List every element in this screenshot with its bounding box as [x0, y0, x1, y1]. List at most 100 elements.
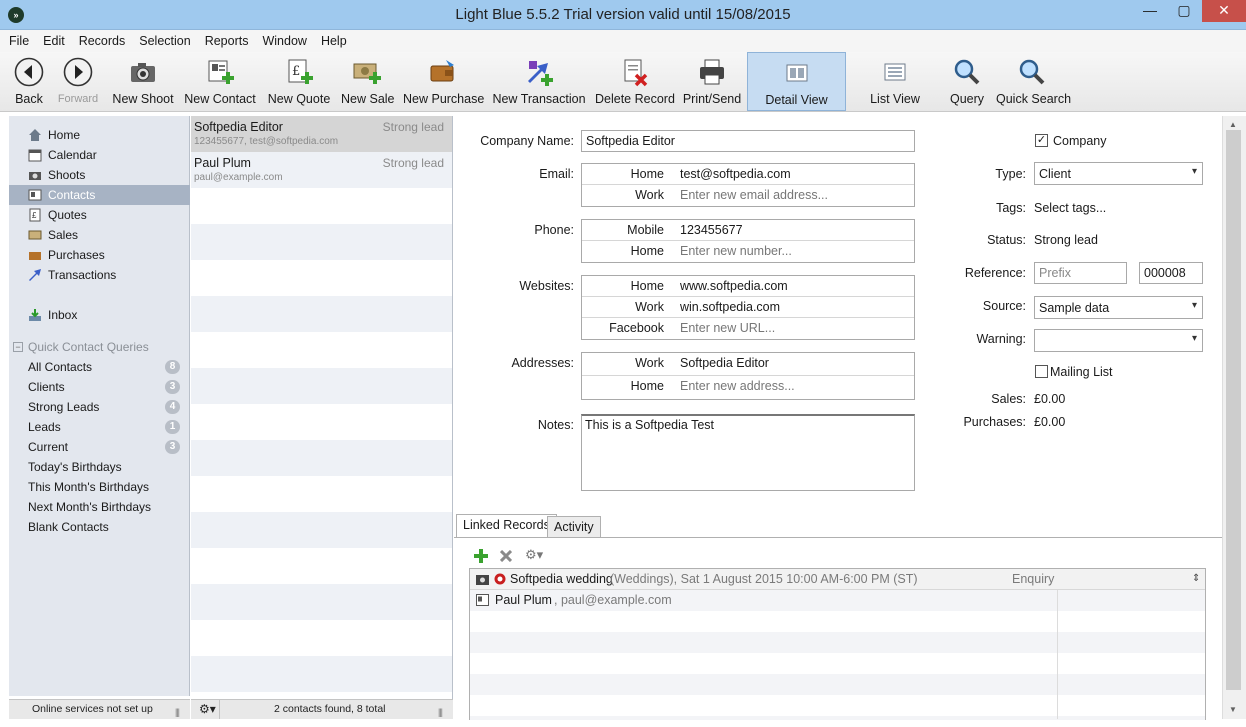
detail-view-button[interactable]: Detail View — [747, 52, 846, 111]
sidebar-item-home[interactable]: Home — [9, 125, 190, 145]
sidebar-item-calendar[interactable]: Calendar — [9, 145, 190, 165]
sidebar-item-sales[interactable]: Sales — [9, 225, 190, 245]
sidebar-item-inbox[interactable]: Inbox — [9, 305, 190, 325]
forward-arrow-icon — [63, 57, 93, 87]
menu-help[interactable]: Help — [314, 30, 354, 52]
menu-reports[interactable]: Reports — [198, 30, 256, 52]
menu-edit[interactable]: Edit — [36, 30, 72, 52]
warning-select[interactable]: ▾ — [1034, 329, 1203, 352]
tab-activity[interactable]: Activity — [547, 516, 601, 538]
query-next-months-birthdays[interactable]: Next Month's Birthdays — [28, 497, 188, 517]
sidebar-item-shoots[interactable]: Shoots — [9, 165, 190, 185]
title-bar: » Light Blue 5.5.2 Trial version valid u… — [0, 0, 1246, 30]
online-status-text: Online services not set up — [32, 703, 153, 715]
query-strong-leads[interactable]: Strong Leads 4 — [28, 397, 188, 417]
query-blank-contacts[interactable]: Blank Contacts — [28, 517, 188, 537]
scrollbar-thumb[interactable] — [1226, 130, 1241, 690]
window-title: Light Blue 5.5.2 Trial version valid unt… — [455, 6, 791, 23]
back-arrow-icon — [14, 57, 44, 87]
list-view-icon — [884, 63, 906, 81]
notes-label: Notes: — [537, 418, 574, 432]
address-row[interactable]: Work Softpedia Editor — [582, 353, 914, 376]
new-shoot-button[interactable]: New Shoot — [111, 52, 175, 110]
tab-linked-records[interactable]: Linked Records — [456, 514, 557, 538]
camera-icon — [476, 575, 489, 585]
back-button[interactable]: Back — [8, 52, 50, 110]
website-row[interactable]: Home www.softpedia.com — [582, 276, 914, 297]
sort-updown-icon[interactable]: ⇕ — [1192, 569, 1200, 589]
list-item[interactable]: Softpedia Editor Strong lead 123455677, … — [191, 116, 452, 152]
query-button[interactable]: Query — [944, 52, 990, 110]
detail-scrollbar[interactable]: ▲ ▼ — [1222, 116, 1246, 719]
address-row[interactable]: Home Enter new address... — [582, 376, 914, 399]
scroll-down-icon[interactable]: ▼ — [1229, 705, 1237, 714]
list-item[interactable]: Paul Plum Strong lead paul@example.com — [191, 152, 452, 188]
websites-box: Home www.softpedia.com Work win.softpedia.… — [581, 275, 915, 340]
query-todays-birthdays[interactable]: Today's Birthdays — [28, 457, 188, 477]
tags-selector[interactable]: Select tags... — [1034, 201, 1106, 215]
mailing-list-label: Mailing List — [1050, 365, 1113, 379]
website-row[interactable]: Work win.softpedia.com — [582, 297, 914, 318]
remove-icon[interactable] — [500, 550, 512, 562]
company-checkbox[interactable]: ✓ — [1035, 134, 1048, 147]
table-row[interactable]: Softpedia wedding (Weddings), Sat 1 Augu… — [470, 569, 1205, 590]
menu-file[interactable]: File — [0, 30, 36, 52]
query-all-contacts[interactable]: All Contacts 8 — [28, 357, 188, 377]
count-badge: 3 — [165, 380, 180, 394]
add-icon[interactable] — [474, 549, 488, 563]
resize-grip-icon[interactable]: ||| — [438, 703, 446, 717]
gear-menu-icon[interactable]: ⚙▾ — [525, 547, 543, 563]
collapse-icon[interactable]: − — [13, 342, 23, 352]
quick-search-button[interactable]: Quick Search — [996, 52, 1071, 110]
sales-value: £0.00 — [1034, 392, 1066, 406]
new-quote-button[interactable]: £ New Quote — [267, 52, 331, 110]
email-row[interactable]: Home test@softpedia.com — [582, 164, 914, 185]
query-leads[interactable]: Leads 1 — [28, 417, 188, 437]
email-row[interactable]: Work Enter new email address... — [582, 185, 914, 206]
quote-icon: £ — [29, 208, 41, 222]
resize-grip-icon[interactable]: ||| — [175, 703, 183, 717]
source-select[interactable]: Sample data ▾ — [1034, 296, 1203, 319]
forward-button[interactable]: Forward — [54, 52, 102, 110]
website-row[interactable]: Facebook Enter new URL... — [582, 318, 914, 339]
transaction-icon — [29, 269, 41, 281]
sidebar-item-purchases[interactable]: Purchases — [9, 245, 190, 265]
table-row[interactable]: Paul Plum , paul@example.com — [470, 590, 1205, 611]
addresses-label: Addresses: — [511, 356, 574, 370]
delete-record-button[interactable]: Delete Record — [595, 52, 675, 110]
enquiry-status-icon — [494, 573, 506, 585]
reference-number-field[interactable]: 000008 — [1139, 262, 1203, 284]
new-transaction-button[interactable]: New Transaction — [491, 52, 587, 110]
phone-row[interactable]: Home Enter new number... — [582, 241, 914, 262]
menu-window[interactable]: Window — [255, 30, 313, 52]
contacts-count-text: 2 contacts found, 8 total — [274, 703, 386, 715]
print-send-button[interactable]: Print/Send — [682, 52, 742, 110]
magnifier-icon — [954, 59, 980, 85]
linked-records-panel: ⚙▾ Softpedia wedding (Weddings), Sat 1 A… — [454, 537, 1222, 720]
sidebar-item-quotes[interactable]: £ Quotes — [9, 205, 190, 225]
reference-prefix-field[interactable]: Prefix — [1034, 262, 1127, 284]
new-contact-button[interactable]: New Contact — [184, 52, 256, 110]
query-current[interactable]: Current 3 — [28, 437, 188, 457]
mailing-list-checkbox[interactable] — [1035, 365, 1048, 378]
notes-field[interactable]: This is a Softpedia Test — [581, 414, 915, 491]
scroll-up-icon[interactable]: ▲ — [1229, 120, 1237, 129]
menu-selection[interactable]: Selection — [132, 30, 197, 52]
close-button[interactable]: ✕ — [1202, 0, 1246, 22]
query-clients[interactable]: Clients 3 — [28, 377, 188, 397]
gear-menu-icon[interactable]: ⚙▾ — [199, 700, 216, 719]
query-this-months-birthdays[interactable]: This Month's Birthdays — [28, 477, 188, 497]
phone-row[interactable]: Mobile 123455677 — [582, 220, 914, 241]
list-view-button[interactable]: List View — [866, 52, 924, 110]
minimize-button[interactable]: — — [1133, 0, 1167, 22]
maximize-button[interactable]: ▢ — [1167, 0, 1201, 22]
type-select[interactable]: Client ▾ — [1034, 162, 1203, 185]
quick-contact-queries-header[interactable]: − Quick Contact Queries — [9, 337, 190, 357]
purchases-value: £0.00 — [1034, 415, 1066, 429]
new-sale-button[interactable]: New Sale — [341, 52, 395, 110]
company-name-field[interactable]: Softpedia Editor — [581, 130, 915, 152]
new-purchase-button[interactable]: New Purchase — [403, 52, 484, 110]
menu-records[interactable]: Records — [72, 30, 133, 52]
sidebar-item-contacts[interactable]: Contacts — [9, 185, 190, 205]
sidebar-item-transactions[interactable]: Transactions — [9, 265, 190, 285]
